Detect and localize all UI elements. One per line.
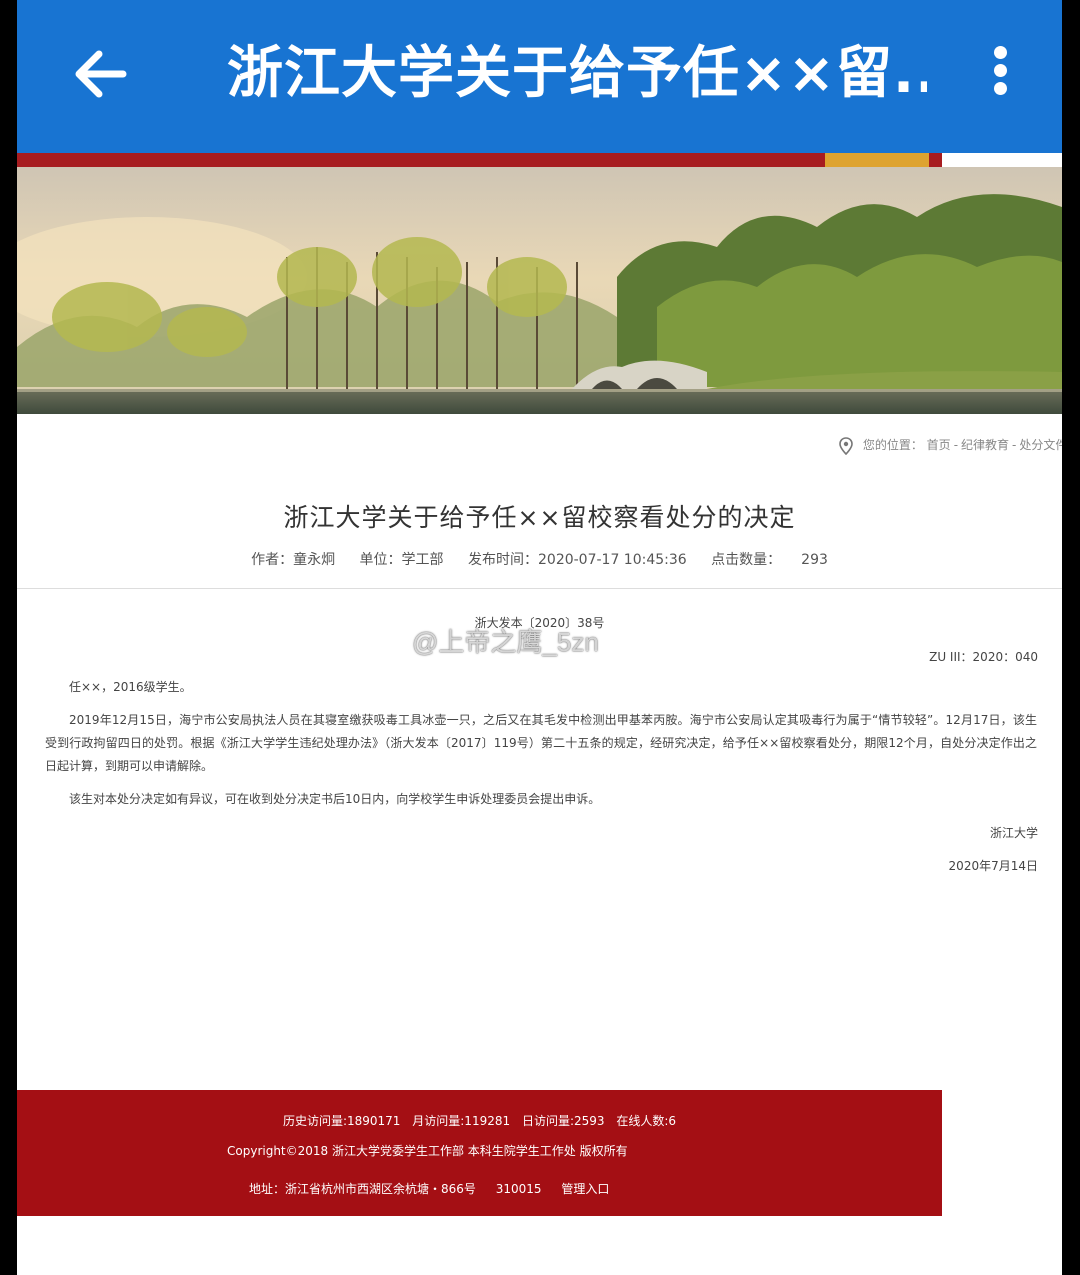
article-meta: 作者：童永炯 单位：学工部 发布时间：2020-07-17 10:45:36 点… [17,549,1062,569]
paragraph: 任××，2016级学生。 [69,680,192,694]
visit-stats: 历史访问量:1890171 月访问量:119281 日访问量:2593 在线人数… [17,1112,942,1129]
location-pin-icon [839,436,853,455]
breadcrumb: 您的位置： 首页 - 纪律教育 - 处分文件 [839,436,1062,458]
copyright-text: Copyright©2018 浙江大学党委学生工作部 本科生院学生工作处 版权所… [227,1144,628,1158]
phone-screen: 浙江大学关于给予任××留... 您的位置： 首页 - 纪律教育 - 处分文件 浙… [17,0,1062,1275]
postcode: 310015 [495,1182,542,1196]
stat-daily-visits: 日访问量:2593 [521,1114,605,1128]
article-body: 任××，2016级学生。 2019年12月15日，海宁市公安局执法人员在其寝室缴… [45,676,1037,821]
header-stripe-accent [825,153,929,167]
article-unit: 单位：学工部 [359,552,444,568]
weibo-watermark: @上帝之鹰_5zn [412,627,599,657]
address-text: 地址：浙江省杭州市西湖区余杭塘・866号 [249,1182,476,1196]
admin-login-link[interactable]: 管理入口 [561,1182,609,1196]
signature-organization: 浙江大学 [989,826,1038,840]
breadcrumb-penalty-docs[interactable]: 处分文件 [1019,438,1062,452]
article-clicks-label: 点击数量： [711,552,782,568]
stat-monthly-visits: 月访问量:119281 [412,1114,511,1128]
divider [17,588,1062,589]
article-published: 发布时间：2020-07-17 10:45:36 [468,552,687,568]
back-button[interactable] [69,42,133,106]
arrow-left-icon [75,50,127,98]
address-line: 地址：浙江省杭州市西湖区余杭塘・866号 310015 管理入口 [249,1180,609,1197]
article-author: 作者：童永炯 [251,552,336,568]
campus-banner-image [17,167,1062,414]
signature-date: 2020年7月14日 [948,859,1038,873]
header-stripe [17,153,942,167]
breadcrumb-discipline[interactable]: 纪律教育 [961,438,1009,452]
archive-code: ZU III：2020：040 [929,650,1038,664]
app-bar-title: 浙江大学关于给予任××留... [227,41,927,106]
article-clicks: 293 [801,552,828,568]
stat-total-visits: 历史访问量:1890171 [282,1114,401,1128]
stat-online-users: 在线人数:6 [616,1114,677,1128]
more-options-button[interactable] [985,42,1015,106]
site-footer: 历史访问量:1890171 月访问量:119281 日访问量:2593 在线人数… [17,1090,942,1216]
breadcrumb-home[interactable]: 首页 [927,438,951,452]
paragraph: 该生对本处分决定如有异议，可在收到处分决定书后10日内，向学校学生申诉处理委员会… [69,792,601,806]
article-title: 浙江大学关于给予任××留校察看处分的决定 [283,503,796,532]
more-vertical-icon [985,46,1015,95]
app-bar: 浙江大学关于给予任××留... [17,0,1062,153]
breadcrumb-prefix: 您的位置： [862,438,923,452]
paragraph: 2019年12月15日，海宁市公安局执法人员在其寝室缴获吸毒工具冰壶一只，之后又… [45,713,1037,773]
